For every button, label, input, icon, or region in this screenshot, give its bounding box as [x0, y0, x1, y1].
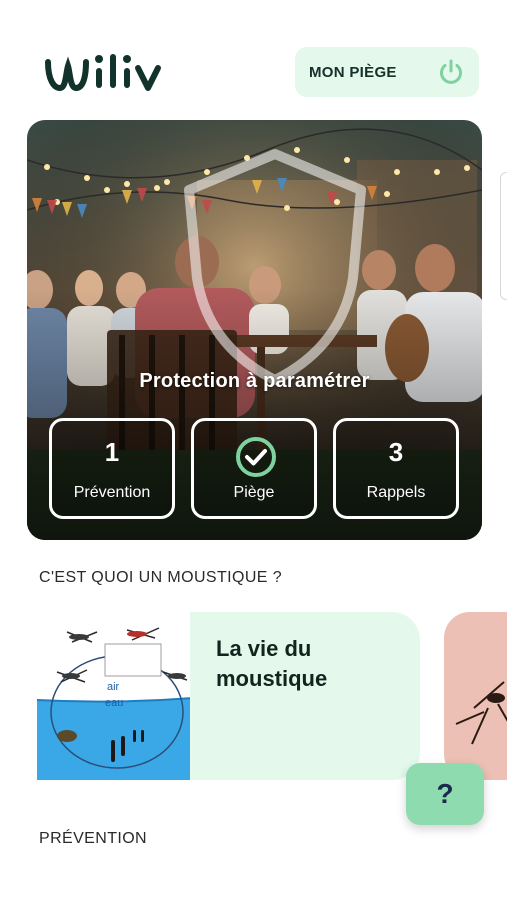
help-button[interactable]: ?: [406, 763, 484, 825]
reminders-count: 3: [388, 437, 404, 467]
power-icon: [440, 59, 462, 84]
scroll-indicator: [500, 172, 507, 300]
shield-icon: [184, 149, 366, 385]
reminders-label: Rappels: [366, 484, 426, 501]
trap-stat-card[interactable]: Piège: [191, 418, 317, 519]
reminders-stat-card[interactable]: 3 Rappels: [333, 418, 459, 519]
prevention-label: Prévention: [73, 484, 151, 501]
protection-hero-card[interactable]: Protection à paramétrer 1 Prévention Piè…: [27, 120, 482, 540]
diagram-air-label: air: [107, 681, 120, 693]
prevention-count: 1: [104, 437, 120, 467]
mosquito-life-cycle-diagram[interactable]: air eau: [37, 612, 193, 780]
mosquito-section-title: C'EST QUOI UN MOUSTIQUE ?: [39, 569, 283, 586]
trap-label: Piège: [233, 484, 275, 501]
mosquito-life-title: La vie du moustique: [216, 636, 328, 691]
prevention-stat-card[interactable]: 1 Prévention: [49, 418, 175, 519]
diagram-water-label: eau: [105, 697, 123, 709]
mosquito-life-card[interactable]: La vie du moustique: [190, 612, 420, 780]
mosquito-skin-card-preview[interactable]: [444, 612, 507, 780]
my-trap-label: MON PIÈGE: [309, 63, 397, 81]
protection-status-text: Protection à paramétrer: [139, 370, 370, 392]
my-trap-button[interactable]: MON PIÈGE: [295, 47, 479, 97]
wiliv-logo: [45, 54, 161, 92]
check-circle-icon: [236, 437, 276, 477]
prevention-section-title: PRÉVENTION: [39, 830, 148, 847]
